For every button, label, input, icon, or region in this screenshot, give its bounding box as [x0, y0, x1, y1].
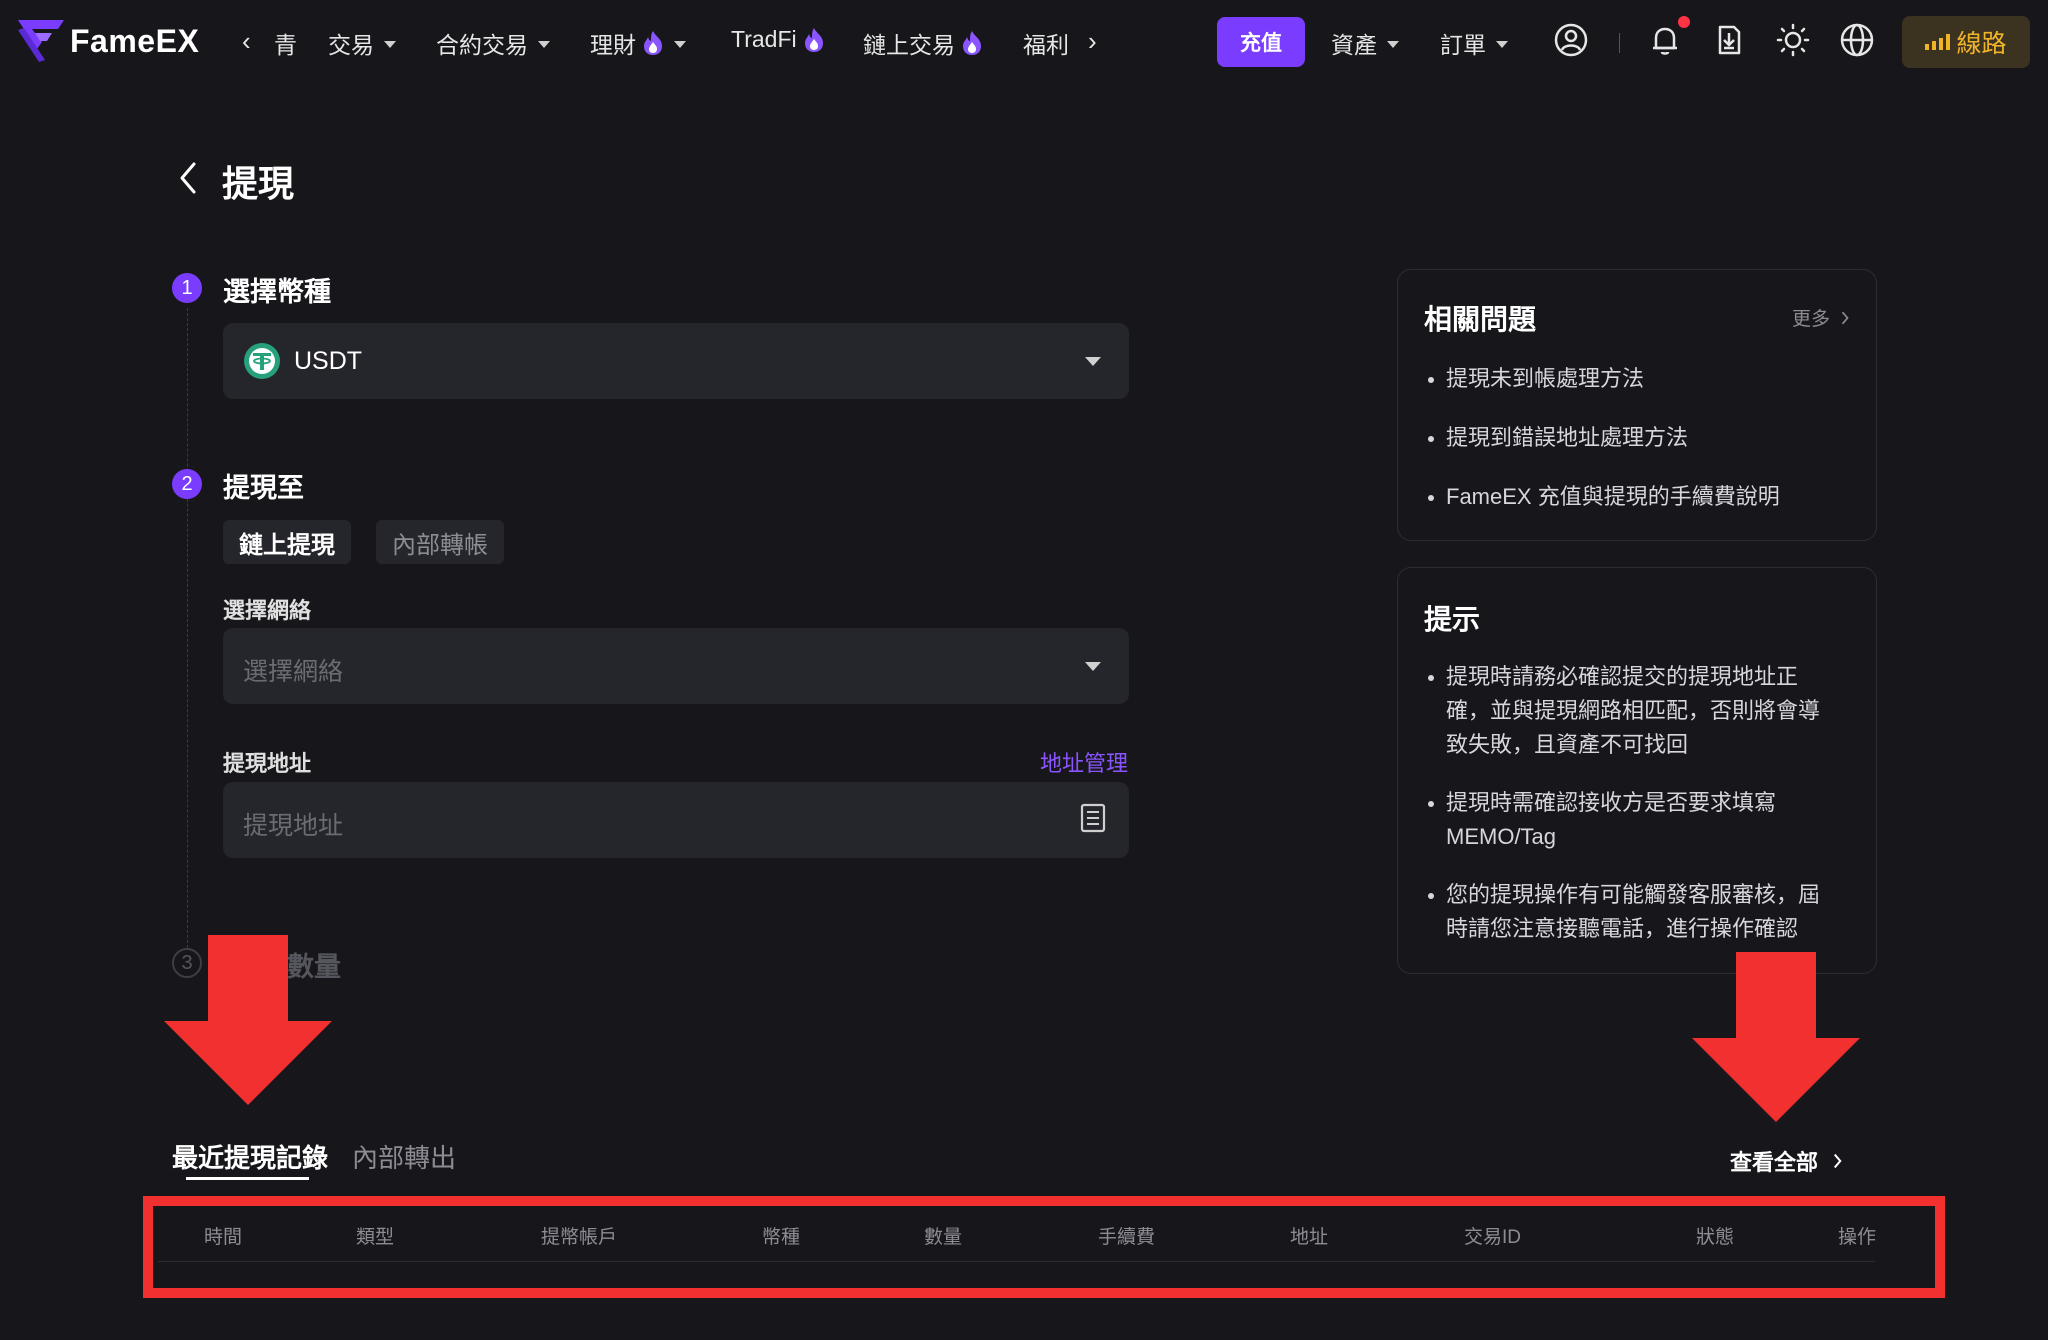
faq-list: 提現未到帳處理方法 提現到錯誤地址處理方法 FameEX 充值與提現的手續費說明 [1424, 362, 1840, 514]
user-icon[interactable] [1553, 22, 1589, 58]
nav-scroll-right-icon[interactable]: › [1088, 26, 1097, 57]
top-nav: FameEX ‹ 青 交易 合約交易 理財 TradFi 鏈上交易 福利 › 充… [0, 0, 2048, 84]
nav-item-onchain[interactable]: 鏈上交易 [863, 26, 983, 60]
brand-name: FameEX [70, 22, 200, 59]
dropdown-caret-icon [1085, 662, 1101, 671]
network-label: 選擇網絡 [223, 598, 312, 623]
step-label-select-coin: 選擇幣種 [223, 277, 331, 307]
nav-item-truncated[interactable]: 青 [274, 26, 297, 60]
nav-item-assets[interactable]: 資產 [1331, 26, 1399, 60]
nav-scroll-left-icon[interactable]: ‹ [242, 26, 251, 57]
step-number-1: 1 [172, 273, 202, 303]
flame-icon [963, 31, 981, 55]
tip-item: 您的提現操作有可能觸發客服審核，屆時請您注意接聽電話，進行操作確認 [1424, 878, 1840, 946]
step-number-2: 2 [172, 469, 202, 499]
signal-icon [1925, 34, 1951, 50]
page-title: 提現 [222, 163, 295, 204]
nav-item-trade[interactable]: 交易 [328, 26, 396, 60]
deposit-button[interactable]: 充值 [1217, 17, 1305, 67]
chevron-right-icon [1834, 1153, 1842, 1169]
tip-item: 提現時請務必確認提交的提現地址正確，並與提現網路相匹配，否則將會導致失敗，且資產… [1424, 660, 1840, 762]
annotation-arrow-down-icon [164, 935, 332, 1105]
tip-item: 提現時需確認接收方是否要求填寫MEMO/Tag [1424, 786, 1840, 854]
network-placeholder: 選擇網絡 [243, 658, 344, 686]
theme-icon[interactable] [1775, 22, 1811, 58]
chevron-down-icon [384, 40, 396, 48]
back-arrow-icon[interactable] [176, 160, 200, 196]
coin-select[interactable]: USDT [223, 323, 1129, 399]
tab-internal-outgoing[interactable]: 內部轉出 [352, 1138, 456, 1175]
annotation-arrow-down-icon [1692, 952, 1860, 1122]
flame-icon [804, 27, 823, 52]
tips-list: 提現時請務必確認提交的提現地址正確，並與提現網路相匹配，否則將會導致失敗，且資產… [1424, 660, 1840, 946]
tab-internal-transfer[interactable]: 內部轉帳 [376, 520, 504, 564]
network-select[interactable]: 選擇網絡 [223, 628, 1129, 704]
dropdown-caret-icon [1085, 357, 1101, 366]
step-label-withdraw-to: 提現至 [223, 473, 304, 503]
chevron-down-icon [538, 40, 550, 48]
tips-panel: 提示 提現時請務必確認提交的提現地址正確，並與提現網路相匹配，否則將會導致失敗，… [1397, 567, 1877, 974]
faq-more-link[interactable]: 更多 [1792, 304, 1850, 331]
notification-badge [1678, 16, 1690, 28]
line-switch-button[interactable]: 線路 [1902, 16, 2030, 68]
step-connector [187, 308, 188, 948]
flame-icon [644, 31, 662, 55]
annotation-highlight-box [143, 1196, 1945, 1298]
tab-recent-withdrawals[interactable]: 最近提現記錄 [172, 1138, 328, 1175]
chevron-down-icon [1496, 40, 1508, 48]
address-manage-link[interactable]: 地址管理 [1040, 746, 1128, 778]
tab-onchain-withdraw[interactable]: 鏈上提現 [223, 520, 351, 564]
chevron-right-icon [1841, 311, 1849, 324]
nav-item-tradfi[interactable]: TradFi [731, 26, 825, 53]
globe-icon[interactable] [1839, 22, 1875, 58]
nav-divider [1619, 33, 1620, 53]
selected-coin: USDT [294, 347, 363, 375]
nav-item-futures[interactable]: 合約交易 [436, 26, 550, 60]
faq-title: 相關問題 [1424, 304, 1537, 335]
address-book-icon[interactable] [1079, 802, 1107, 834]
bell-icon[interactable] [1647, 22, 1683, 58]
address-placeholder: 提現地址 [243, 812, 344, 840]
tether-icon [244, 343, 280, 379]
brand-logo[interactable]: FameEX [18, 20, 199, 62]
nav-item-rewards[interactable]: 福利 [1023, 26, 1069, 60]
view-all-link[interactable]: 查看全部 [1730, 1145, 1843, 1177]
address-label: 提現地址 [223, 751, 312, 776]
active-tab-underline [186, 1177, 309, 1180]
chevron-down-icon [1387, 40, 1399, 48]
nav-item-orders[interactable]: 訂單 [1440, 26, 1508, 60]
fameex-logo-icon [18, 20, 64, 62]
tips-title: 提示 [1424, 604, 1481, 635]
faq-item[interactable]: 提現到錯誤地址處理方法 [1424, 421, 1840, 455]
chevron-down-icon [674, 40, 686, 48]
faq-item[interactable]: 提現未到帳處理方法 [1424, 362, 1840, 396]
address-input[interactable]: 提現地址 [223, 782, 1129, 858]
faq-item[interactable]: FameEX 充值與提現的手續費說明 [1424, 480, 1840, 514]
faq-panel: 相關問題 更多 提現未到帳處理方法 提現到錯誤地址處理方法 FameEX 充值與… [1397, 269, 1877, 541]
download-icon[interactable] [1711, 22, 1747, 58]
nav-item-earn[interactable]: 理財 [590, 26, 686, 60]
